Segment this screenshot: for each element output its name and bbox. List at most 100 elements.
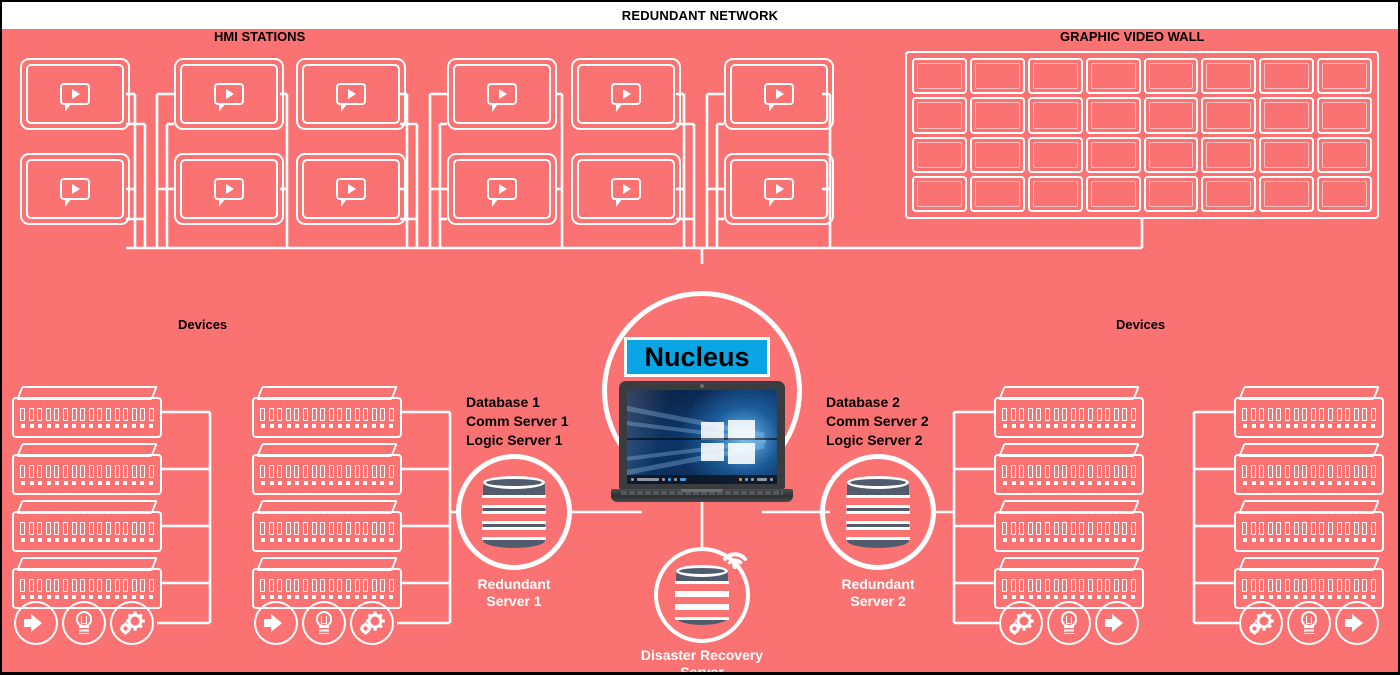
video-wall-screen[interactable]: [1259, 58, 1315, 95]
hmi-station[interactable]: [296, 153, 406, 225]
switch-port: [1122, 521, 1128, 535]
video-wall-screen[interactable]: [1201, 136, 1257, 173]
device-speaker-button[interactable]: [254, 601, 298, 645]
switch-port: [1319, 407, 1325, 421]
network-switch-icon[interactable]: [1234, 500, 1384, 552]
device-bulb-button[interactable]: [1047, 601, 1091, 645]
video-wall-screen[interactable]: [1085, 97, 1141, 134]
network-switch-icon[interactable]: [994, 500, 1144, 552]
network-switch-icon[interactable]: [1234, 443, 1384, 495]
network-switch-icon[interactable]: [252, 443, 402, 495]
hmi-station[interactable]: [571, 153, 681, 225]
video-wall-screen[interactable]: [1027, 136, 1083, 173]
hmi-station[interactable]: [20, 58, 130, 130]
redundant-server-1[interactable]: Redundant Server 1: [456, 454, 572, 609]
hmi-station[interactable]: [174, 58, 284, 130]
device-bulb-button[interactable]: [1287, 601, 1331, 645]
hmi-station[interactable]: [447, 153, 557, 225]
switch-led: [1251, 537, 1256, 542]
laptop-screen: [627, 390, 777, 484]
hmi-station[interactable]: [296, 58, 406, 130]
switch-port: [54, 521, 60, 535]
video-wall-screen[interactable]: [1259, 97, 1315, 134]
video-wall-screen[interactable]: [912, 175, 967, 212]
video-wall-screen[interactable]: [1085, 136, 1141, 173]
device-bulb-button[interactable]: [62, 601, 106, 645]
video-wall-screen[interactable]: [1143, 136, 1199, 173]
nucleus-laptop[interactable]: [611, 381, 793, 502]
switch-led: [337, 537, 342, 542]
video-wall-screen[interactable]: [1085, 175, 1141, 212]
video-wall-screen[interactable]: [1317, 175, 1372, 212]
switch-led: [1268, 423, 1273, 428]
disaster-recovery-label-line1: Disaster Recovery: [640, 647, 764, 663]
disaster-recovery-server[interactable]: Disaster Recovery Server: [641, 547, 763, 672]
hmi-station[interactable]: [174, 153, 284, 225]
video-wall-screen[interactable]: [1201, 97, 1257, 134]
switch-led: [1020, 537, 1025, 542]
video-wall-screen[interactable]: [1085, 58, 1141, 95]
network-switch-icon[interactable]: [994, 386, 1144, 438]
video-wall-screen[interactable]: [969, 97, 1025, 134]
hmi-station[interactable]: [571, 58, 681, 130]
graphic-video-wall[interactable]: [905, 51, 1379, 219]
switch-led: [1011, 537, 1016, 542]
video-wall-screen[interactable]: [1143, 175, 1199, 212]
video-wall-screen[interactable]: [1027, 175, 1083, 212]
switch-port: [1293, 578, 1299, 592]
device-gears-button[interactable]: [350, 601, 394, 645]
switch-port: [62, 521, 68, 535]
network-switch-icon[interactable]: [12, 443, 162, 495]
video-wall-screen[interactable]: [1027, 97, 1083, 134]
switch-led: [1105, 480, 1110, 485]
video-wall-screen[interactable]: [1317, 58, 1372, 95]
device-gears-button[interactable]: [1239, 601, 1283, 645]
video-wall-screen[interactable]: [1317, 136, 1372, 173]
video-wall-screen[interactable]: [912, 136, 967, 173]
switch-led: [1088, 594, 1093, 599]
video-wall-screen[interactable]: [1143, 97, 1199, 134]
switch-led: [371, 480, 376, 485]
video-wall-screen[interactable]: [1259, 175, 1315, 212]
switch-port: [1070, 464, 1076, 478]
video-wall-screen[interactable]: [1027, 58, 1083, 95]
switch-led: [354, 537, 359, 542]
network-switch-icon[interactable]: [12, 386, 162, 438]
device-bulb-button[interactable]: [302, 601, 346, 645]
hmi-station[interactable]: [724, 153, 834, 225]
video-wall-screen[interactable]: [1259, 136, 1315, 173]
video-wall-screen[interactable]: [1201, 58, 1257, 95]
switch-port: [337, 578, 343, 592]
hmi-screen: [730, 64, 828, 124]
video-wall-screen[interactable]: [969, 136, 1025, 173]
video-wall-screen[interactable]: [1317, 97, 1372, 134]
switch-led: [1353, 594, 1358, 599]
switch-led: [363, 423, 368, 428]
network-switch-icon[interactable]: [12, 500, 162, 552]
network-switch-icon[interactable]: [252, 386, 402, 438]
hmi-station[interactable]: [724, 58, 834, 130]
hmi-station[interactable]: [20, 153, 130, 225]
video-wall-screen[interactable]: [912, 97, 967, 134]
video-wall-screen[interactable]: [969, 175, 1025, 212]
switch-port: [371, 464, 377, 478]
switch-led: [269, 537, 274, 542]
switch-led: [1285, 423, 1290, 428]
switch-front-panel: [994, 511, 1144, 552]
device-speaker-button[interactable]: [1335, 601, 1379, 645]
switch-port: [114, 521, 120, 535]
network-switch-icon[interactable]: [252, 500, 402, 552]
network-switch-icon[interactable]: [994, 443, 1144, 495]
device-gears-button[interactable]: [110, 601, 154, 645]
video-wall-screen[interactable]: [1201, 175, 1257, 212]
device-speaker-button[interactable]: [1095, 601, 1139, 645]
device-speaker-button[interactable]: [14, 601, 58, 645]
device-gears-button[interactable]: [999, 601, 1043, 645]
video-wall-screen[interactable]: [1143, 58, 1199, 95]
hmi-station[interactable]: [447, 58, 557, 130]
video-wall-screen[interactable]: [912, 58, 967, 95]
video-wall-screen[interactable]: [969, 58, 1025, 95]
switch-port: [1302, 578, 1308, 592]
redundant-server-2[interactable]: Redundant Server 2: [820, 454, 936, 609]
network-switch-icon[interactable]: [1234, 386, 1384, 438]
